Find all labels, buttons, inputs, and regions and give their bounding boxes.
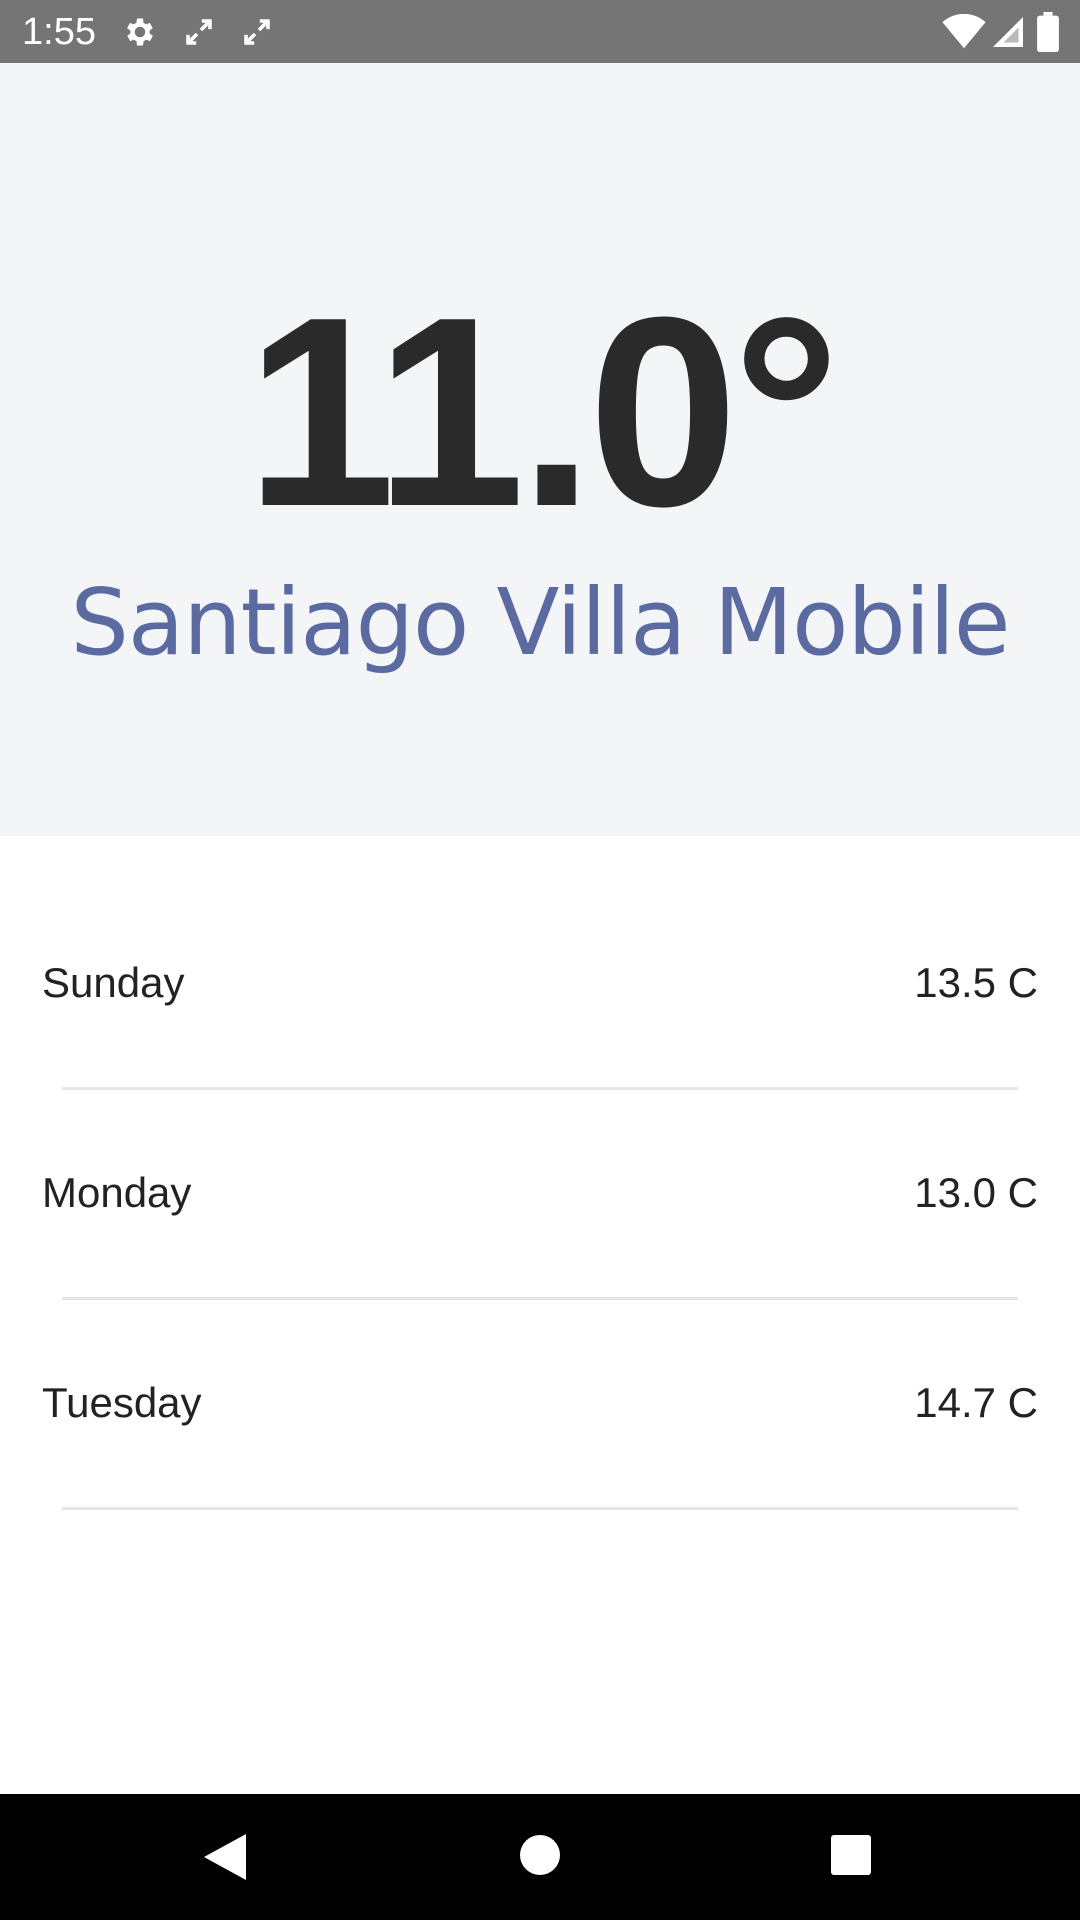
gear-icon [127, 18, 153, 46]
recents-icon[interactable] [830, 1834, 872, 1876]
forecast-day: Monday [42, 1169, 192, 1216]
current-temperature: 11.0° [245, 262, 841, 563]
app-screen: 1:55 11.0° Santiago Villa Mobile Sunday [0, 0, 1080, 1920]
expand-icon [244, 19, 270, 45]
battery-icon [1037, 12, 1059, 52]
forecast-day: Tuesday [42, 1379, 202, 1426]
navigation-bar [0, 1794, 1080, 1920]
list-item[interactable]: Tuesday 14.7 C [0, 1256, 1080, 1510]
back-icon[interactable] [202, 1832, 248, 1882]
expand-icon [186, 19, 212, 45]
current-weather-header: 11.0° Santiago Villa Mobile [0, 63, 1080, 836]
list-item[interactable]: Sunday 13.5 C [0, 836, 1080, 1090]
signal-icon [993, 17, 1023, 47]
divider [62, 1507, 1018, 1510]
forecast-temp: 13.0 C [914, 1169, 1038, 1216]
forecast-day: Sunday [42, 959, 185, 1006]
forecast-temp: 14.7 C [914, 1379, 1038, 1426]
home-icon[interactable] [518, 1833, 562, 1877]
status-bar: 1:55 [0, 0, 1080, 63]
status-time: 1:55 [22, 11, 96, 53]
location-name: Santiago Villa Mobile [70, 569, 1010, 676]
wifi-icon [942, 14, 986, 49]
forecast-temp: 13.5 C [914, 959, 1038, 1006]
list-item[interactable]: Monday 13.0 C [0, 1046, 1080, 1300]
